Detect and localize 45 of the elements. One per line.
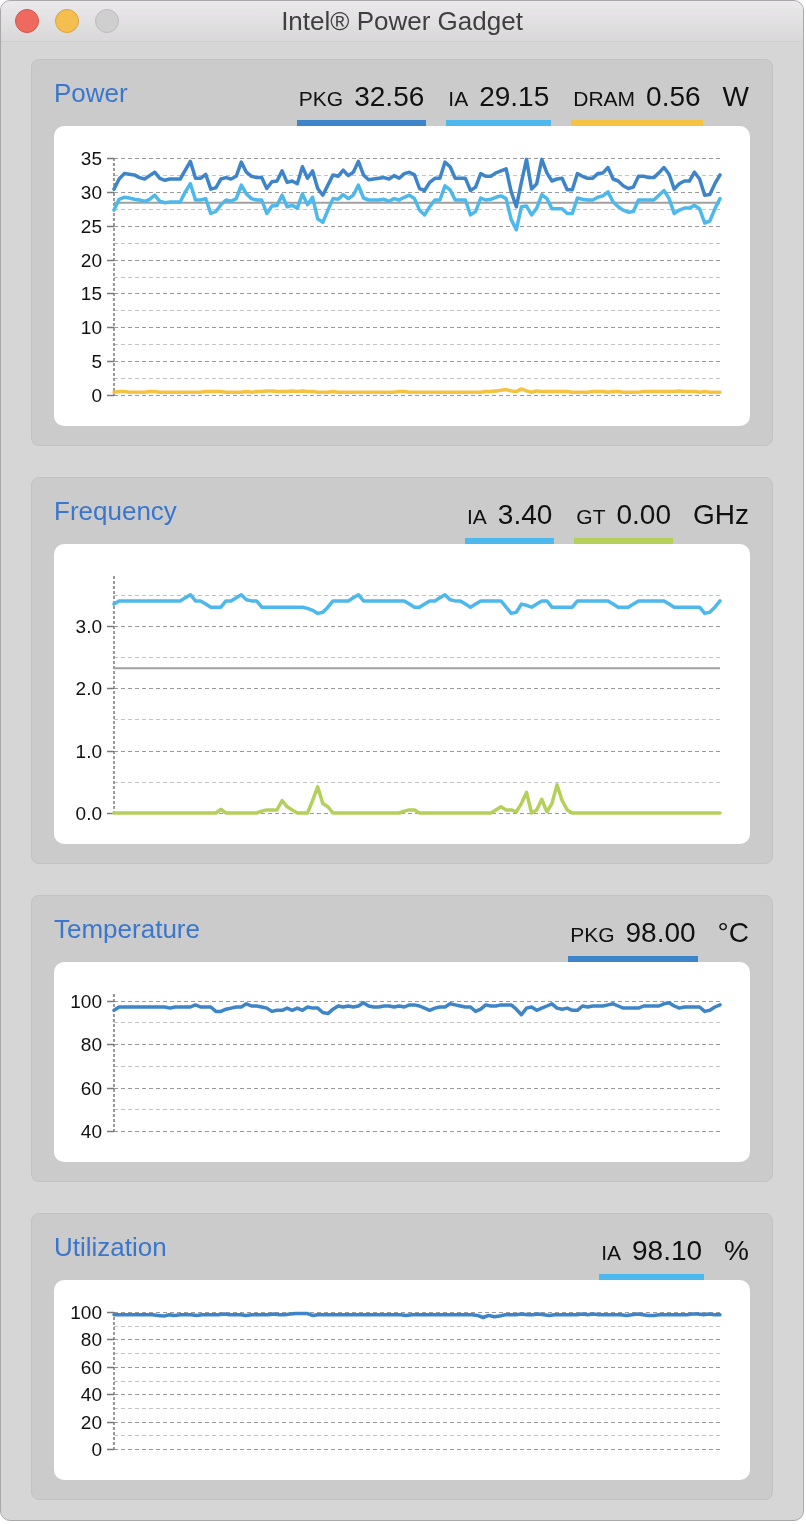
axis-label: 20 xyxy=(80,249,102,271)
unit-label: °C xyxy=(717,918,749,948)
axis-label: 80 xyxy=(80,1034,102,1055)
panel-title: Power xyxy=(54,82,128,104)
legend-label: GT xyxy=(576,504,606,530)
axis-label: 2.0 xyxy=(75,678,102,700)
legend-label: PKG xyxy=(298,86,344,112)
axis-label: 3.0 xyxy=(75,615,102,637)
axis-label: 5 xyxy=(91,351,102,373)
axis-label: 0 xyxy=(91,385,102,406)
axis-label: 35 xyxy=(80,148,102,169)
axis-label: 25 xyxy=(80,215,102,237)
axis-label: 100 xyxy=(70,990,102,1012)
legend-value: 0.00 xyxy=(616,500,671,530)
axis-label: 0 xyxy=(91,1439,102,1460)
axis-label: 40 xyxy=(80,1121,102,1142)
axis-label: 80 xyxy=(80,1329,102,1351)
window-title: Intel® Power Gadget xyxy=(281,5,523,37)
axis-label: 60 xyxy=(80,1356,102,1378)
legend-value: 0.56 xyxy=(646,82,701,112)
unit-label: % xyxy=(724,1236,749,1266)
panel-title: Utilization xyxy=(54,1236,167,1258)
legend-label: IA xyxy=(601,1240,621,1266)
legend-label: IA xyxy=(448,86,469,112)
axis-label: 10 xyxy=(80,317,102,339)
unit-label: W xyxy=(722,82,749,112)
axis-label: 30 xyxy=(80,181,102,203)
axis-label: 100 xyxy=(70,1302,102,1323)
axis-label: 15 xyxy=(80,283,102,305)
axis-label: 40 xyxy=(80,1384,102,1406)
axis-label: 1.0 xyxy=(75,740,102,762)
close-button[interactable] xyxy=(15,9,39,33)
minimize-button[interactable] xyxy=(55,9,79,33)
legend-value: 3.40 xyxy=(497,500,553,530)
legend-value: 29.15 xyxy=(479,82,550,112)
legend-label: IA xyxy=(467,504,487,530)
legend-label: DRAM xyxy=(573,86,636,112)
axis-label: 60 xyxy=(80,1077,102,1099)
unit-label: GHz xyxy=(693,500,749,530)
legend-value: 98.00 xyxy=(625,918,696,948)
axis-label: 0.0 xyxy=(75,803,102,824)
legend-value: 98.10 xyxy=(632,1236,703,1266)
axis-label: 20 xyxy=(80,1411,102,1433)
legend-value: 32.56 xyxy=(354,82,425,112)
legend-label: PKG xyxy=(570,922,615,948)
